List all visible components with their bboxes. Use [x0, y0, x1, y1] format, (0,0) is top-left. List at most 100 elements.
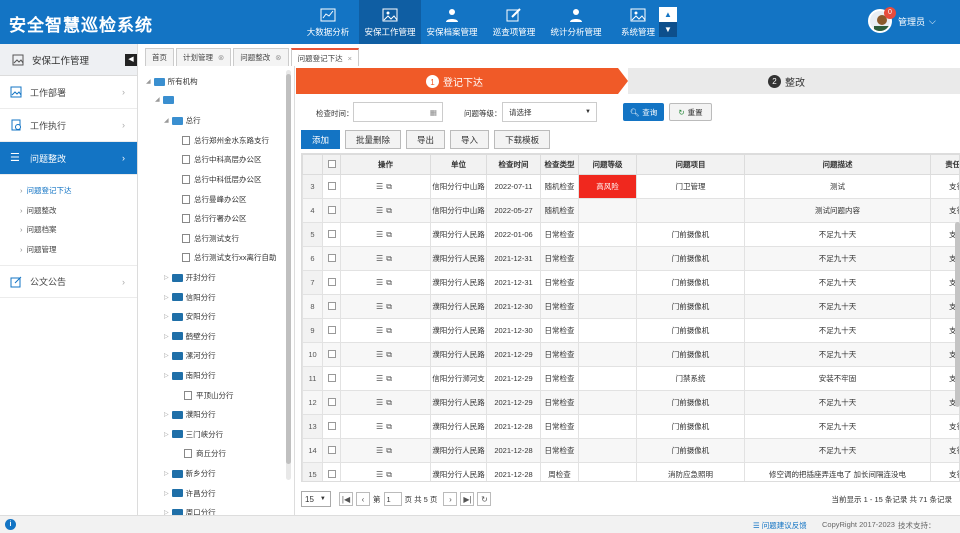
- menu-icon[interactable]: ☰: [376, 326, 386, 335]
- tree-node[interactable]: ▷ 漯河分行: [164, 350, 216, 361]
- row-checkbox[interactable]: [327, 325, 336, 334]
- tree-node[interactable]: ◢ 总行: [164, 115, 201, 126]
- caret-right-icon[interactable]: ▷: [164, 274, 169, 281]
- table-row[interactable]: 4☰⧉信阳分行中山路2022-05-27随机检查测试问题内容支行: [302, 198, 959, 223]
- tab[interactable]: 计划管理 ⊗: [176, 48, 232, 66]
- tree-node[interactable]: ▷ 三门峡分行: [164, 429, 223, 440]
- row-actions[interactable]: ☰⧉: [340, 414, 431, 439]
- table-row[interactable]: 3☰⧉信阳分行中山路2022-07-11随机检查高风险门卫管理测试支行: [302, 174, 959, 199]
- tree-node[interactable]: 总行中科低层办公区: [182, 174, 262, 185]
- last-page-button[interactable]: ▶|: [460, 492, 475, 506]
- row-checkbox[interactable]: [327, 205, 336, 214]
- reset-button[interactable]: ↻ 重置: [669, 103, 712, 121]
- prev-page-button[interactable]: ‹: [356, 492, 370, 506]
- submenu-item[interactable]: › 问题管理: [0, 240, 137, 260]
- row-checkbox-cell[interactable]: [322, 318, 341, 343]
- menu-icon[interactable]: ☰: [376, 254, 386, 263]
- row-checkbox[interactable]: [327, 445, 336, 454]
- menu-icon[interactable]: ☰: [376, 446, 386, 455]
- row-checkbox[interactable]: [327, 181, 336, 190]
- tree-node[interactable]: ◢: [155, 95, 177, 104]
- row-checkbox-cell[interactable]: [322, 270, 341, 295]
- tree-node[interactable]: 总行测试支行: [182, 233, 239, 244]
- caret-down-icon[interactable]: ◢: [146, 78, 151, 85]
- row-actions[interactable]: ☰⧉: [340, 366, 431, 391]
- submenu-item[interactable]: › 问题登记下达: [0, 181, 137, 201]
- menu-icon[interactable]: ☰: [376, 206, 386, 215]
- menu-icon[interactable]: ☰: [376, 350, 386, 359]
- level-select[interactable]: 请选择 ▼: [502, 102, 597, 122]
- row-checkbox-cell[interactable]: [322, 246, 341, 271]
- refresh-icon[interactable]: ↻: [477, 492, 492, 506]
- row-actions[interactable]: ☰⧉: [340, 222, 431, 247]
- row-checkbox-cell[interactable]: [322, 222, 341, 247]
- caret-right-icon[interactable]: ▷: [164, 372, 169, 379]
- column-header[interactable]: [322, 154, 341, 175]
- copy-icon[interactable]: ⧉: [386, 350, 395, 359]
- tree-node[interactable]: ▷ 安阳分行: [164, 311, 216, 322]
- sidebar-item-notice[interactable]: 公文公告 ›: [0, 265, 137, 298]
- nav-item[interactable]: 大数据分析: [297, 0, 359, 44]
- sidebar-item-deploy[interactable]: 工作部署 ›: [0, 76, 137, 109]
- row-checkbox[interactable]: [327, 373, 336, 382]
- copy-icon[interactable]: ⧉: [386, 230, 395, 239]
- tree-scrollbar[interactable]: [286, 70, 291, 480]
- copy-icon[interactable]: ⧉: [386, 182, 395, 191]
- row-checkbox[interactable]: [327, 421, 336, 430]
- step-register[interactable]: 1 登记下达: [296, 68, 618, 94]
- row-checkbox-cell[interactable]: [322, 366, 341, 391]
- table-row[interactable]: 12☰⧉濮阳分行人民路2021-12-29日常检查门前摄像机不足九十天支行: [302, 390, 959, 415]
- table-row[interactable]: 5☰⧉濮阳分行人民路2022-01-06日常检查门前摄像机不足九十天支行: [302, 222, 959, 247]
- row-actions[interactable]: ☰⧉: [340, 174, 431, 199]
- caret-right-icon[interactable]: ▷: [164, 431, 169, 438]
- row-actions[interactable]: ☰⧉: [340, 294, 431, 319]
- date-input[interactable]: ▦: [353, 102, 443, 122]
- page-input[interactable]: 1: [383, 492, 402, 506]
- caret-right-icon[interactable]: ▷: [164, 313, 169, 320]
- toolbar-button[interactable]: 下载模板: [494, 130, 551, 149]
- table-row[interactable]: 9☰⧉濮阳分行人民路2021-12-30日常检查门前摄像机不足九十天支行: [302, 318, 959, 343]
- copy-icon[interactable]: ⧉: [386, 302, 395, 311]
- caret-right-icon[interactable]: ▷: [164, 333, 169, 340]
- copy-icon[interactable]: ⧉: [386, 446, 395, 455]
- row-checkbox[interactable]: [327, 469, 336, 478]
- tree-node[interactable]: ◢ 所有机构: [146, 76, 198, 87]
- copy-icon[interactable]: ⧉: [386, 422, 395, 431]
- tree-node[interactable]: ▷ 开封分行: [164, 272, 216, 283]
- table-row[interactable]: 14☰⧉濮阳分行人民路2021-12-28日常检查门前摄像机不足九十天支行: [302, 438, 959, 463]
- user-menu[interactable]: 管理员 ⌵: [868, 9, 936, 33]
- toolbar-button[interactable]: 导出: [406, 130, 446, 149]
- tree-node[interactable]: ▷ 许昌分行: [164, 488, 216, 499]
- copy-icon[interactable]: ⧉: [386, 278, 395, 287]
- row-checkbox[interactable]: [327, 277, 336, 286]
- tree-node[interactable]: ▷ 新乡分行: [164, 468, 216, 479]
- tree-node[interactable]: 总行中科高层办公区: [182, 154, 262, 165]
- row-checkbox-cell[interactable]: [322, 198, 341, 223]
- table-scrollbar[interactable]: [955, 222, 960, 407]
- row-actions[interactable]: ☰⧉: [340, 342, 431, 367]
- copy-icon[interactable]: ⧉: [386, 254, 395, 263]
- toolbar-button[interactable]: 添加: [301, 130, 341, 149]
- caret-right-icon[interactable]: ▷: [164, 470, 169, 477]
- menu-icon[interactable]: ☰: [376, 302, 386, 311]
- submenu-item[interactable]: › 问题整改: [0, 201, 137, 221]
- first-page-button[interactable]: |◀: [339, 492, 353, 506]
- table-row[interactable]: 15 ☰⧉ 濮阳分行人民路 2021-12-28 周检查 消防应急照明 修空调的把插座弄连电…: [302, 462, 959, 481]
- table-row[interactable]: 6☰⧉濮阳分行人民路2021-12-31日常检查门前摄像机不足九十天支行: [302, 246, 959, 271]
- caret-right-icon[interactable]: ▷: [164, 352, 169, 359]
- tree-node[interactable]: ▷ 鹤壁分行: [164, 331, 216, 342]
- row-actions[interactable]: ☰⧉: [340, 270, 431, 295]
- row-checkbox[interactable]: [327, 349, 336, 358]
- menu-icon[interactable]: ☰: [376, 278, 386, 287]
- feedback-link[interactable]: ☰ 问题建议反馈: [753, 520, 807, 531]
- tab[interactable]: 问题登记下达 ×: [290, 48, 359, 66]
- nav-scroll[interactable]: ▲ ▼: [659, 7, 677, 37]
- nav-item[interactable]: 安保档案管理: [421, 0, 483, 44]
- copy-icon[interactable]: ⧉: [386, 374, 395, 383]
- row-checkbox-cell[interactable]: [322, 174, 341, 199]
- caret-down-icon[interactable]: ◢: [155, 96, 160, 103]
- tree-node[interactable]: 总行郑州金水东路支行: [182, 135, 269, 146]
- notification-badge[interactable]: 0: [884, 7, 896, 19]
- scroll-thumb[interactable]: [286, 74, 291, 464]
- row-actions[interactable]: ☰⧉: [340, 246, 431, 271]
